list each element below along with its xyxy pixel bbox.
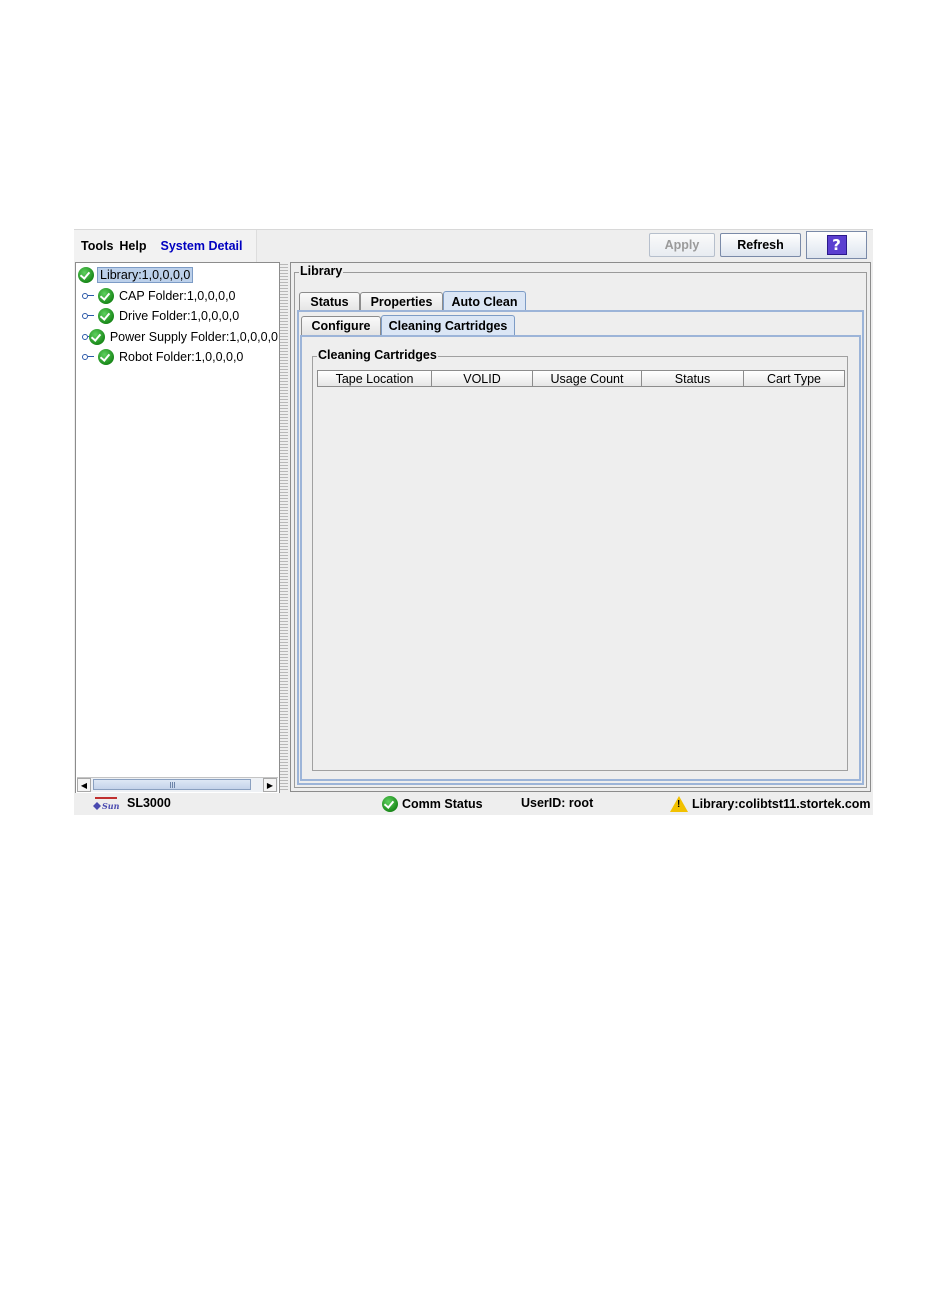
scroll-right-icon[interactable]: ▶	[263, 778, 277, 792]
ok-check-icon	[98, 287, 114, 304]
column-header-status[interactable]: Status	[642, 370, 744, 387]
tree-node-drive-folder[interactable]: Drive Folder:1,0,0,0,0	[82, 306, 239, 325]
library-host-label: Library:colibtst11.stortek.com	[692, 797, 871, 811]
warning-icon	[670, 796, 688, 812]
split-pane-divider[interactable]	[280, 262, 288, 792]
cleaning-cartridges-group: Cleaning Cartridges Tape Location VOLID …	[312, 348, 848, 771]
tab-status[interactable]: Status	[299, 292, 360, 311]
tree-node-cap-folder[interactable]: CAP Folder:1,0,0,0,0	[82, 286, 236, 305]
tree-node-label: Robot Folder:1,0,0,0,0	[119, 349, 244, 364]
svg-text:Sun: Sun	[102, 801, 120, 811]
scroll-left-icon[interactable]: ◀	[77, 778, 91, 792]
tree-node-label: CAP Folder:1,0,0,0,0	[119, 288, 236, 303]
tab-properties[interactable]: Properties	[360, 292, 443, 311]
tree-expand-handle-icon[interactable]	[82, 312, 94, 320]
tree-expand-handle-icon[interactable]	[82, 353, 94, 361]
subtab-configure[interactable]: Configure	[301, 316, 381, 335]
tab-auto-clean[interactable]: Auto Clean	[443, 291, 526, 311]
tree-expand-handle-icon[interactable]	[82, 333, 94, 341]
column-header-tape-location[interactable]: Tape Location	[317, 370, 432, 387]
column-header-cart-type[interactable]: Cart Type	[744, 370, 845, 387]
device-tree: Library:1,0,0,0,0 CAP Folder:1,0,0,0,0 D…	[75, 262, 280, 794]
help-icon: ?	[826, 235, 847, 255]
library-group: Library Status Properties Auto Clean Con…	[294, 264, 867, 788]
tree-horizontal-scrollbar[interactable]: ◀ ▶	[77, 777, 278, 792]
ok-check-icon	[78, 266, 94, 283]
product-name: SL3000	[127, 796, 171, 810]
apply-button[interactable]: Apply	[649, 233, 715, 257]
tree-node-label: Power Supply Folder:1,0,0,0,0	[109, 329, 278, 344]
grip-icon	[170, 782, 176, 788]
comm-status-label: Comm Status	[402, 797, 483, 811]
tree-node-library[interactable]: Library:1,0,0,0,0	[78, 265, 194, 284]
menu-bar: Tools Help System Detail Apply Refresh ?	[74, 229, 873, 262]
menu-tools[interactable]: Tools	[81, 239, 113, 253]
status-bar: Sun SL3000 Comm Status UserID: root Libr…	[74, 793, 873, 815]
tree-node-robot-folder[interactable]: Robot Folder:1,0,0,0,0	[82, 347, 243, 366]
auto-clean-panel: Configure Cleaning Cartridges Cleaning C…	[297, 310, 864, 785]
library-group-title: Library	[299, 264, 344, 278]
tree-expand-handle-icon[interactable]	[82, 292, 94, 300]
user-id: UserID: root	[521, 796, 594, 810]
cleaning-cartridges-panel: Cleaning Cartridges Tape Location VOLID …	[300, 335, 861, 781]
tree-node-power-supply-folder[interactable]: Power Supply Folder:1,0,0,0,0	[82, 327, 278, 346]
comm-status[interactable]: Comm Status	[382, 796, 483, 812]
ok-check-icon	[98, 348, 114, 365]
refresh-button[interactable]: Refresh	[720, 233, 801, 257]
subtab-cleaning-cartridges[interactable]: Cleaning Cartridges	[381, 315, 515, 335]
menu-help[interactable]: Help	[119, 239, 146, 253]
tree-node-label: Library:1,0,0,0,0	[97, 266, 194, 283]
sun-logo-icon: Sun	[93, 797, 120, 811]
app-window: Tools Help System Detail Apply Refresh ?…	[74, 229, 873, 815]
ok-check-icon	[88, 328, 105, 345]
menu: Tools Help System Detail	[74, 230, 257, 262]
cartridges-table-header: Tape Location VOLID Usage Count Status C…	[317, 370, 845, 387]
column-header-volid[interactable]: VOLID	[432, 370, 533, 387]
detail-panel: Library Status Properties Auto Clean Con…	[290, 262, 871, 792]
help-button[interactable]: ?	[806, 231, 867, 259]
ok-check-icon	[382, 796, 398, 812]
ok-check-icon	[98, 307, 114, 324]
tree-node-label: Drive Folder:1,0,0,0,0	[119, 308, 240, 323]
scrollbar-thumb[interactable]	[93, 779, 251, 790]
column-header-usage-count[interactable]: Usage Count	[533, 370, 642, 387]
cleaning-cartridges-group-title: Cleaning Cartridges	[317, 348, 438, 362]
library-status[interactable]: Library:colibtst11.stortek.com	[670, 796, 871, 812]
menu-system-detail[interactable]: System Detail	[161, 239, 243, 253]
